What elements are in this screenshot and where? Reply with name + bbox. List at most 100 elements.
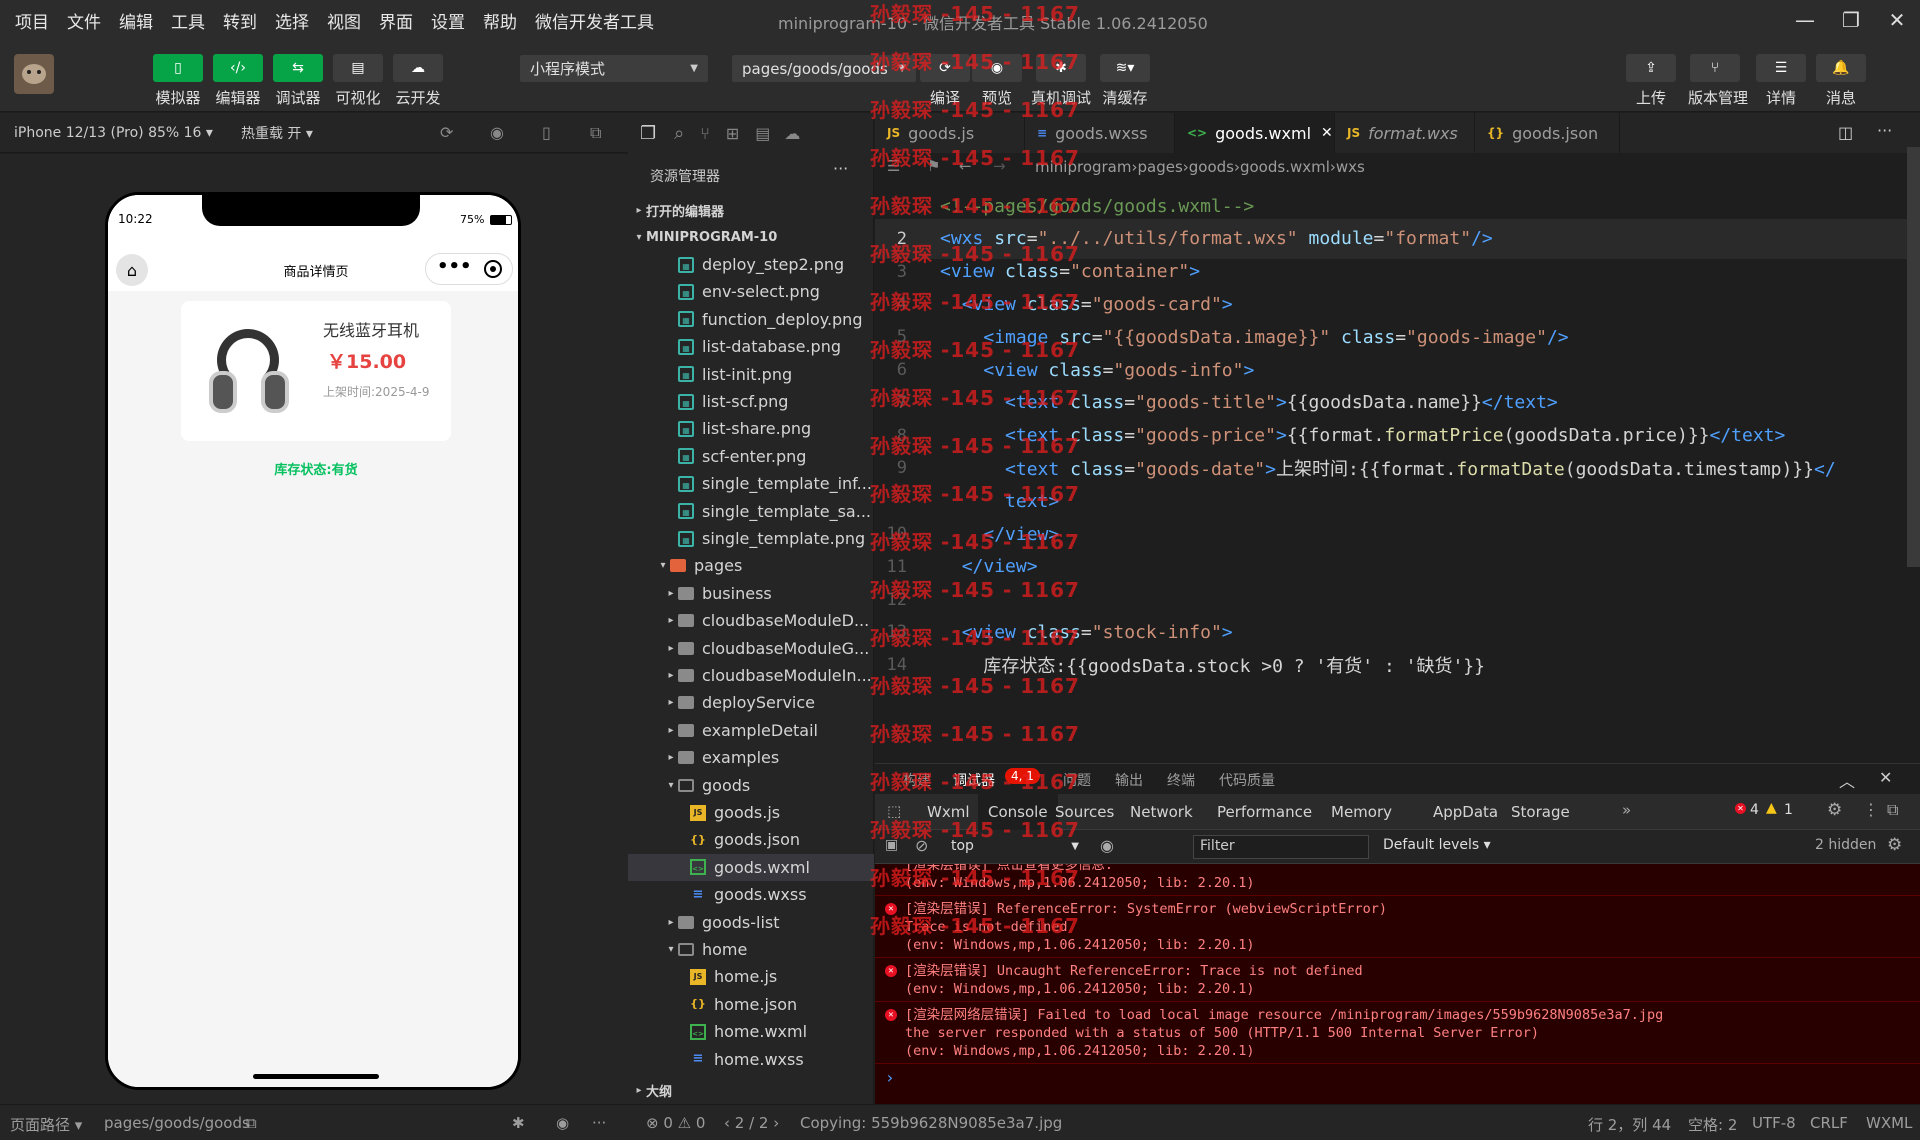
popout-icon[interactable]: ⧉ <box>590 123 601 143</box>
close-icon[interactable]: ✕ <box>1879 768 1892 787</box>
menu-item-0[interactable]: 项目 <box>6 8 58 33</box>
collapse-icon[interactable]: ︿ <box>1839 768 1855 792</box>
open-editors-section[interactable]: ▸ 打开的编辑器 <box>628 197 874 224</box>
clear-cache-button[interactable]: ≋▾ <box>1100 54 1150 82</box>
clear-icon[interactable]: ⊘ <box>915 836 928 855</box>
kebab-icon[interactable]: ⋮ <box>1863 800 1879 819</box>
device-select[interactable]: iPhone 12/13 (Pro) 85% 16 ▾ <box>14 125 213 141</box>
breadcrumb-item[interactable]: goods.wxml <box>1240 158 1330 176</box>
levels-select[interactable]: Default levels ▾ <box>1383 837 1491 853</box>
devtools-tab-sources[interactable]: Sources <box>1055 794 1114 830</box>
phone-icon[interactable]: ▯ <box>542 123 551 142</box>
file-item[interactable]: ▦ list-database.png <box>628 333 874 360</box>
tab-terminal[interactable]: 终端 <box>1167 770 1195 790</box>
file-item[interactable]: ▦ env-select.png <box>628 278 874 305</box>
breadcrumb-item[interactable]: goods <box>1189 158 1234 176</box>
tab-problems[interactable]: 问题 <box>1063 770 1091 790</box>
editor-scrollbar[interactable] <box>1907 147 1920 567</box>
file-item[interactable]: ▦ list-share.png <box>628 415 874 442</box>
encoding[interactable]: UTF-8 <box>1752 1114 1796 1132</box>
editor-toggle-button[interactable]: ‹/› <box>213 54 263 82</box>
devtools-tab-network[interactable]: Network <box>1130 794 1193 830</box>
visual-button[interactable]: ▤ <box>333 54 383 82</box>
devtools-tab-storage[interactable]: Storage <box>1511 794 1570 830</box>
list-icon[interactable]: ☰ <box>887 157 900 175</box>
console-error-message[interactable]: ✕ [渲染层错误] ReferenceError: SystemError (we… <box>875 896 1920 958</box>
compile-button[interactable]: ⟳ <box>920 54 970 82</box>
tab-debugger[interactable]: 调试器 <box>953 770 995 790</box>
cursor-position[interactable]: 行 2，列 44 <box>1588 1114 1671 1135</box>
close-tab-icon[interactable]: ✕ <box>1321 125 1333 141</box>
indentation[interactable]: 空格: 2 <box>1688 1114 1737 1135</box>
forward-icon[interactable]: → <box>993 157 1006 175</box>
console-output[interactable]: [渲染层错误] 点击查看更多信息: (env: Windows,mp,1.06.2… <box>875 864 1920 1105</box>
details-button[interactable]: ☰ <box>1756 54 1806 82</box>
editor-tab[interactable]: <> goods.wxml ✕ <box>1175 113 1335 153</box>
file-item[interactable]: ▦ list-scf.png <box>628 388 874 415</box>
file-item[interactable]: <> home.wxml <box>628 1018 874 1045</box>
refresh-icon[interactable]: ⟳ <box>440 123 453 142</box>
file-item[interactable]: ▦ deploy_step2.png <box>628 251 874 278</box>
dock-icon[interactable]: ⧉ <box>1887 800 1898 820</box>
eye-icon[interactable]: ◉ <box>1100 836 1114 855</box>
breadcrumb-item[interactable]: pages <box>1137 158 1182 176</box>
file-item[interactable]: ▸ exampleDetail <box>628 717 874 744</box>
file-item[interactable]: ▾ pages <box>628 552 874 579</box>
breadcrumb-item[interactable]: miniprogram <box>1035 158 1131 176</box>
editor-tab[interactable]: {} goods.json <box>1475 113 1620 153</box>
editor-tab[interactable]: JS format.wxs <box>1335 113 1475 153</box>
language-mode[interactable]: WXML <box>1866 1114 1912 1132</box>
upload-button[interactable]: ⇪ <box>1626 54 1676 82</box>
close-window-button[interactable]: ✕ <box>1874 0 1920 40</box>
menu-item-4[interactable]: 转到 <box>214 8 266 33</box>
simulator-toggle-button[interactable]: ▯ <box>153 54 203 82</box>
outline-section[interactable]: ▸ 大纲 <box>628 1077 874 1104</box>
file-item[interactable]: ▸ deployService <box>628 689 874 716</box>
more-icon[interactable]: ··· <box>592 1114 606 1132</box>
file-item[interactable]: JS home.js <box>628 963 874 990</box>
capsule-menu[interactable]: ••• <box>425 253 513 285</box>
mode-select[interactable]: 小程序模式 ▼ <box>520 55 708 82</box>
page-path-select[interactable]: 页面路径 ▾ <box>10 1114 82 1135</box>
file-item[interactable]: ▦ single_template_inf... <box>628 470 874 497</box>
file-item[interactable]: ▸ business <box>628 580 874 607</box>
file-item[interactable]: ▾ goods <box>628 772 874 799</box>
menu-item-8[interactable]: 设置 <box>422 8 474 33</box>
tab-build[interactable]: 构建 <box>903 770 931 790</box>
file-item[interactable]: ▦ list-init.png <box>628 361 874 388</box>
split-editor-icon[interactable]: ◫ <box>1838 123 1853 142</box>
more-tabs-icon[interactable]: » <box>1622 801 1631 819</box>
cloud-button[interactable]: ☁ <box>393 54 443 82</box>
file-item[interactable]: ▸ examples <box>628 744 874 771</box>
copy-icon[interactable]: ⧉ <box>246 1114 257 1132</box>
devtools-tab-performance[interactable]: Performance <box>1217 794 1312 830</box>
filter-input[interactable]: Filter <box>1193 835 1369 859</box>
project-section[interactable]: ▾ MINIPROGRAM-10 <box>628 224 874 251</box>
devtools-tab-memory[interactable]: Memory <box>1331 794 1392 830</box>
devtools-tab-wxml[interactable]: Wxml <box>927 794 970 830</box>
problems-status[interactable]: ⊗ 0 ⚠ 0 <box>646 1114 705 1132</box>
context-select[interactable]: top ▼ <box>945 834 1085 858</box>
breadcrumb-item[interactable]: wxs <box>1336 158 1365 176</box>
file-item[interactable]: ▦ single_template_sa... <box>628 498 874 525</box>
messages-button[interactable]: 🔔 <box>1816 54 1866 82</box>
editor-tab[interactable]: ≡ goods.wxss <box>1025 113 1175 153</box>
more-icon[interactable]: ··· <box>833 159 848 178</box>
more-icon[interactable]: ··· <box>1877 121 1892 140</box>
bookmark-icon[interactable]: ⚑ <box>927 157 940 175</box>
more-icon[interactable]: ••• <box>437 256 472 277</box>
file-item[interactable]: ▸ cloudbaseModuleG... <box>628 635 874 662</box>
devtools-tab-console[interactable]: Console <box>978 794 1058 830</box>
console-prompt-icon[interactable]: › <box>885 1068 895 1087</box>
file-item[interactable]: ▦ scf-enter.png <box>628 443 874 470</box>
inspect-icon[interactable]: ⬚ <box>887 802 901 820</box>
files-icon[interactable]: ❐ <box>640 123 656 144</box>
page-path-select[interactable]: pages/goods/goods ▼ <box>732 55 916 82</box>
preview-button[interactable]: ◉ <box>972 54 1022 82</box>
file-item[interactable]: ▸ goods-list <box>628 909 874 936</box>
avatar[interactable] <box>14 54 54 94</box>
console-error-message[interactable]: [渲染层错误] 点击查看更多信息: (env: Windows,mp,1.06.2… <box>875 864 1920 896</box>
menu-item-9[interactable]: 帮助 <box>474 8 526 33</box>
line-ending[interactable]: CRLF <box>1810 1114 1848 1132</box>
extensions-icon[interactable]: ⊞ <box>726 124 739 143</box>
